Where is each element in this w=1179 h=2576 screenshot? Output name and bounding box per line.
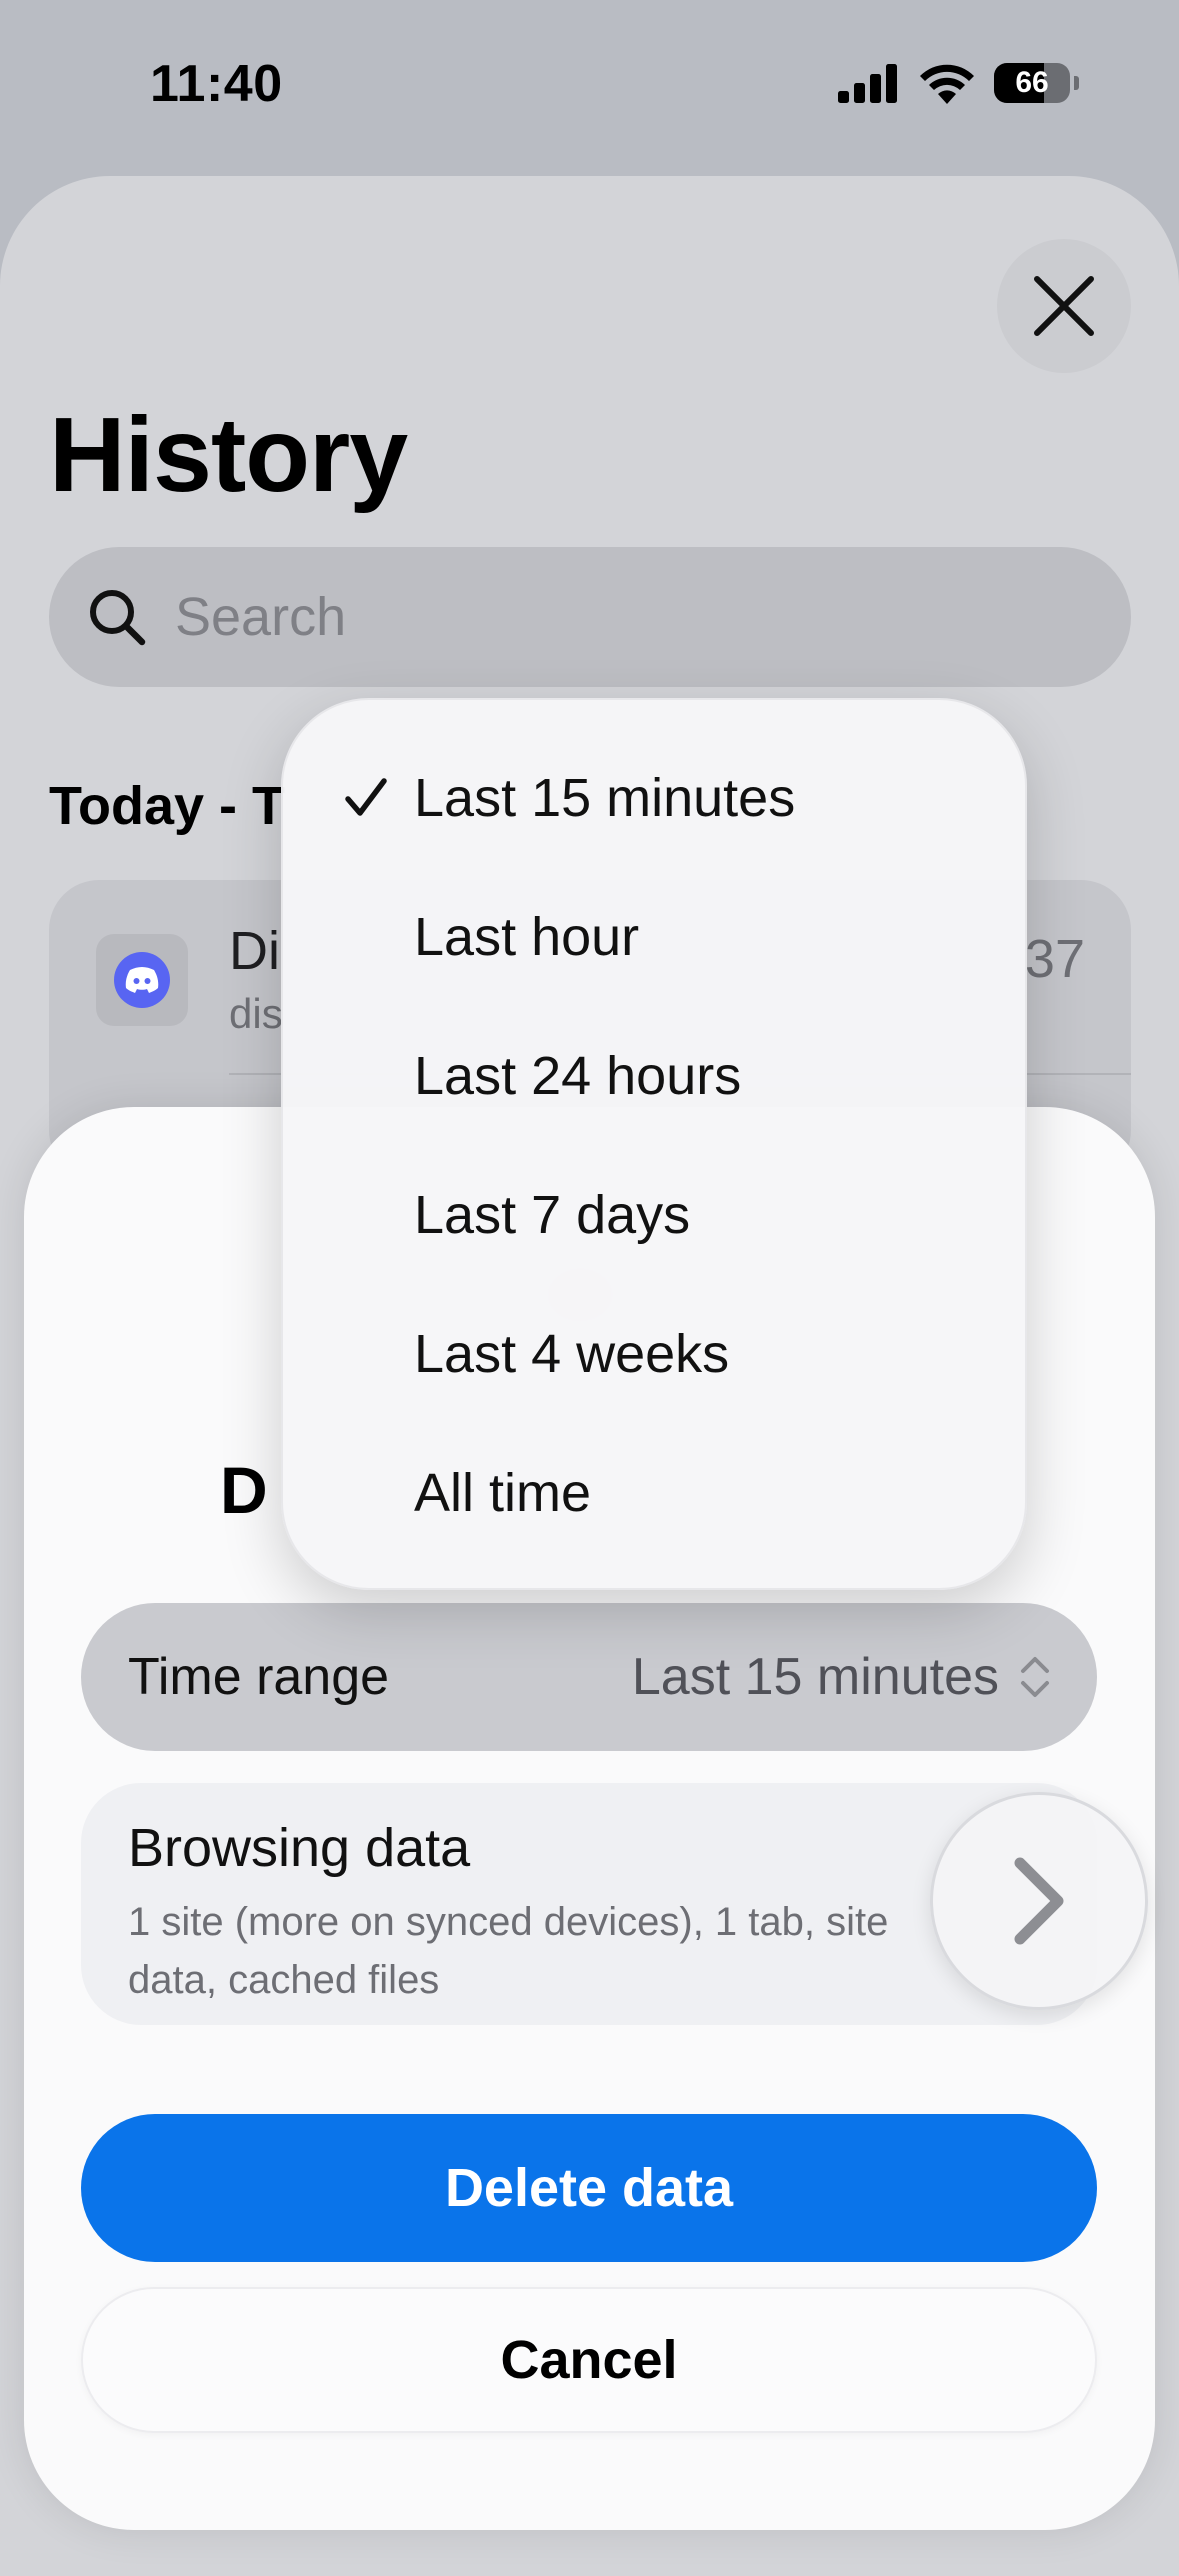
menu-item-label: Last 24 hours [414, 1045, 742, 1106]
menu-item-last-hour[interactable]: Last hour [283, 867, 1025, 1006]
menu-item-all-time[interactable]: All time [283, 1423, 1025, 1562]
time-range-selector[interactable]: Time range Last 15 minutes [81, 1603, 1097, 1751]
time-range-label: Time range [128, 1648, 390, 1706]
browsing-data-description: 1 site (more on synced devices), 1 tab, … [128, 1900, 889, 2002]
signal-icon [838, 64, 897, 103]
status-bar: 11:40 66 [0, 0, 1179, 175]
status-icons: 66 [838, 62, 1079, 104]
browsing-data-title: Browsing data [128, 1818, 471, 1878]
menu-item-label: Last hour [414, 906, 640, 967]
site-url: dis [229, 990, 283, 1037]
site-time: 37 [1024, 929, 1085, 989]
chevron-updown-icon [1021, 1657, 1049, 1697]
menu-item-last-4-weeks[interactable]: Last 4 weeks [283, 1284, 1025, 1423]
sheet-title: D [220, 1453, 268, 1527]
site-title: Di [229, 921, 280, 981]
menu-item-last-24-hours[interactable]: Last 24 hours [283, 1006, 1025, 1145]
battery-icon: 66 [994, 63, 1070, 103]
menu-item-label: All time [414, 1462, 592, 1523]
delete-data-button[interactable]: Delete data [81, 2114, 1097, 2262]
close-icon [1034, 276, 1094, 336]
chevron-right-icon [1014, 1857, 1064, 1945]
battery-level: 66 [1015, 66, 1049, 99]
menu-item-label: Last 15 minutes [414, 767, 796, 828]
menu-item-label: Last 7 days [414, 1184, 691, 1245]
checkmark-icon [345, 777, 387, 816]
time-range-value: Last 15 minutes [631, 1648, 999, 1706]
menu-item-last-7-days[interactable]: Last 7 days [283, 1145, 1025, 1284]
search-icon [90, 590, 146, 646]
section-header: Today - T [49, 776, 285, 836]
menu-item-label: Last 4 weeks [414, 1323, 730, 1384]
page-title: History [49, 396, 408, 514]
cancel-button[interactable]: Cancel [81, 2287, 1097, 2433]
time-range-dropdown: Last 15 minutes Last hour Last 24 hours … [281, 698, 1027, 1590]
browsing-data-chevron-button[interactable] [930, 1792, 1148, 2010]
discord-icon [114, 952, 170, 1008]
status-time: 11:40 [150, 55, 283, 113]
wifi-icon [920, 64, 974, 104]
site-favicon [96, 934, 188, 1026]
close-button[interactable] [997, 239, 1131, 373]
search-bar[interactable] [49, 547, 1131, 687]
search-input[interactable] [173, 585, 1077, 649]
battery-tip [1074, 76, 1079, 90]
menu-item-last-15-minutes[interactable]: Last 15 minutes [283, 728, 1025, 867]
